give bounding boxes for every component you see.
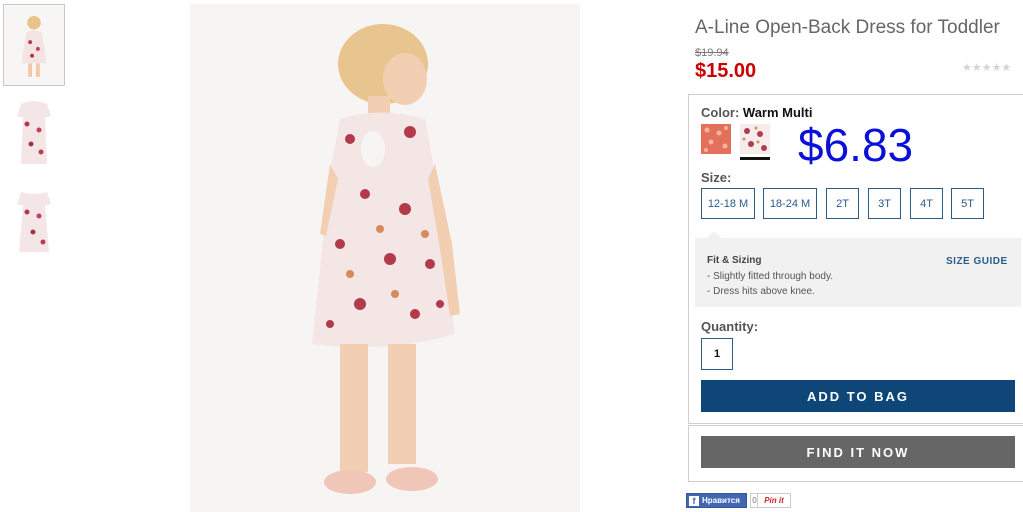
quantity-label: Quantity: — [701, 319, 759, 334]
add-to-bag-button[interactable]: ADD TO BAG — [701, 380, 1015, 412]
swatch-pattern-icon — [740, 124, 770, 154]
toddler-dress-photo — [190, 4, 580, 512]
thumbnail-dress-front[interactable] — [3, 182, 65, 264]
thumbnail-image — [4, 5, 64, 85]
size-option-4t[interactable]: 4T — [910, 188, 943, 219]
swatch-pattern-icon — [701, 124, 731, 154]
size-option-2t[interactable]: 2T — [826, 188, 859, 219]
size-guide-link[interactable]: SIZE GUIDE — [946, 256, 1008, 267]
swatch-coral-floral[interactable] — [701, 124, 731, 154]
selected-swatch-indicator — [740, 157, 770, 160]
fit-line: - Slightly fitted through body. — [707, 271, 833, 282]
swatch-warm-multi[interactable] — [740, 124, 770, 154]
thumbnail-image — [3, 94, 65, 176]
facebook-like-label: Нравится — [702, 496, 740, 505]
rating-stars-icon[interactable]: ★★★★★ — [962, 61, 1011, 74]
size-label: Size: — [701, 170, 732, 185]
size-option-18-24m[interactable]: 18-24 M — [763, 188, 817, 219]
thumbnail-model-back[interactable] — [3, 4, 65, 86]
size-option-12-18m[interactable]: 12-18 M — [701, 188, 755, 219]
size-option-3t[interactable]: 3T — [868, 188, 901, 219]
size-option-5t[interactable]: 5T — [951, 188, 984, 219]
product-title: A-Line Open-Back Dress for Toddler — [695, 17, 1000, 38]
find-it-now-button[interactable]: FIND IT NOW — [701, 436, 1015, 468]
thumbnail-dress-back[interactable] — [3, 94, 65, 176]
facebook-like-button[interactable]: f Нравится — [686, 493, 747, 508]
fit-title: Fit & Sizing — [707, 255, 762, 266]
color-label-row: Color: Warm Multi — [701, 105, 812, 120]
facebook-icon: f — [689, 495, 699, 506]
sale-price: $15.00 — [695, 60, 757, 82]
original-price: $19.94 — [695, 47, 729, 59]
thumbnail-image — [3, 182, 65, 264]
color-label: Color: — [701, 105, 740, 120]
main-product-image — [190, 4, 580, 512]
overlay-price: $6.83 — [798, 119, 914, 171]
fit-line: - Dress hits above knee. — [707, 286, 815, 297]
quantity-input[interactable]: 1 — [701, 338, 733, 370]
pinterest-pin-button[interactable]: Pin it — [757, 493, 791, 508]
